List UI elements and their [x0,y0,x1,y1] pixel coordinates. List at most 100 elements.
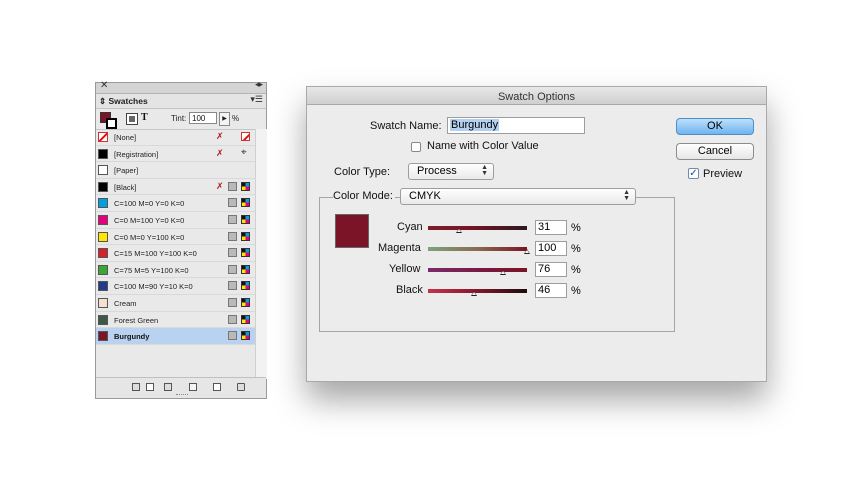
tint-label: Tint: [171,114,187,123]
preview-label: Preview [703,168,743,180]
swatch-name: C=75 M=5 Y=100 K=0 [114,265,189,275]
preview-checkbox[interactable]: ✓ [688,168,699,179]
channel-slider[interactable] [428,247,530,254]
channel-value-input[interactable]: 31 [535,220,567,235]
channel-label: Black [396,284,423,296]
cmyk-mode-icon [241,281,250,291]
color-type-select[interactable]: Process ▲ ▼ [408,163,494,180]
swatch-row[interactable]: Burgundy [96,328,255,345]
slider-thumb[interactable] [500,270,507,275]
panel-title-bar[interactable]: ✕ ◂▸ [96,79,266,94]
tint-slider-arrow-icon[interactable]: ▶ [219,112,230,126]
cancel-button[interactable]: Cancel [676,143,754,160]
swatch-row[interactable]: C=0 M=0 Y=100 K=0 [96,229,255,246]
swatch-row[interactable]: C=75 M=5 Y=100 K=0 [96,262,255,279]
process-color-icon [228,331,237,341]
process-color-icon [228,214,237,224]
process-color-icon [228,248,237,258]
swatch-name: C=100 M=90 Y=10 K=0 [114,282,193,292]
panel-menu-icon[interactable]: ▾☰ [250,94,263,105]
swatch-row[interactable]: [Paper] [96,162,255,179]
swatch-row[interactable]: [Black] ✗ [96,179,255,196]
chevron-updown-icon: ▲ ▼ [623,189,630,202]
swatch-name: C=15 M=100 Y=100 K=0 [114,249,197,259]
swatch-row[interactable]: [None] ✗ [96,129,255,146]
color-mode-select[interactable]: CMYK ▲ ▼ [400,188,636,205]
swatch-row[interactable]: C=100 M=0 Y=0 K=0 [96,195,255,212]
tint-input[interactable]: 100 [189,112,217,124]
channel-slider[interactable] [428,289,527,296]
swatch-name: [Black] [114,182,137,192]
slider-thumb[interactable] [524,249,530,254]
new-swatch-icon[interactable] [213,383,221,391]
cmyk-mode-icon [241,331,250,341]
close-icon[interactable]: ✕ [100,80,108,91]
channel-slider[interactable] [428,268,527,275]
chevron-updown-icon: ▲ ▼ [481,164,488,177]
percent-sign: % [571,264,581,276]
swatch-row[interactable]: C=0 M=100 Y=0 K=0 [96,212,255,229]
percent-sign: % [571,243,581,255]
swatch-color-chip [98,248,108,259]
swatch-list-scrollbar[interactable] [255,129,267,379]
swatch-color-chip [98,198,108,209]
show-color-swatches-icon[interactable] [146,383,154,391]
cmyk-mode-icon [241,198,250,208]
channel-value-input[interactable]: 100 [535,241,567,256]
delete-swatch-icon[interactable] [237,383,245,391]
color-preview-swatch [335,214,369,248]
name-with-color-value-checkbox[interactable] [411,142,421,152]
cmyk-mode-icon [241,314,250,324]
process-color-icon [228,297,237,307]
swatch-name: C=0 M=100 Y=0 K=0 [114,215,185,225]
name-with-color-value-label: Name with Color Value [427,140,539,152]
registration-icon: ⌖ [241,146,247,158]
none-color-icon [241,132,250,141]
slider-thumb[interactable] [455,228,462,233]
swatch-color-chip [98,331,108,342]
cmyk-mode-icon [241,214,250,224]
swatch-row[interactable]: C=100 M=90 Y=10 K=0 [96,278,255,295]
swatch-name: [None] [114,133,137,142]
swatch-row[interactable]: C=15 M=100 Y=100 K=0 [96,245,255,262]
swatch-list: [None] ✗ [Registration] ✗ ⌖ [Paper] [Black] ✗ C=… [96,129,255,379]
process-color-icon [228,198,237,208]
swatch-name: [Paper] [114,166,139,176]
non-editable-icon: ✗ [216,147,224,158]
swatch-name: C=100 M=0 Y=0 K=0 [114,199,185,209]
process-color-icon [228,264,237,274]
cmyk-mode-icon [241,248,250,258]
ok-button[interactable]: OK [676,118,754,135]
cmyk-mode-icon [241,181,250,191]
resize-grip-icon[interactable] [176,394,188,397]
formatting-text-icon[interactable]: T [141,112,148,123]
non-editable-icon: ✗ [216,131,224,141]
swatch-color-chip [98,132,108,142]
formatting-container-icon[interactable] [126,113,138,125]
panel-tab-row: ⇕ Swatches ▾☰ [96,94,266,109]
tab-swatches[interactable]: ⇕ Swatches [99,96,148,107]
collapse-icon[interactable]: ◂▸ [255,79,263,90]
swatch-color-chip [98,264,108,275]
swatch-row[interactable]: Cream [96,295,255,312]
channel-slider[interactable] [428,226,527,233]
fill-stroke-icon[interactable] [100,112,117,129]
percent-sign: % [571,285,581,297]
swatch-row[interactable]: Forest Green [96,312,255,329]
channel-value-input[interactable]: 76 [535,262,567,277]
swatch-name-label: Swatch Name: [370,120,442,132]
show-color-groups-icon[interactable] [189,383,197,391]
swatch-color-chip [98,165,108,176]
swatch-row[interactable]: [Registration] ✗ ⌖ [96,146,255,163]
show-all-swatches-icon[interactable] [132,383,140,391]
tab-swatches-label: Swatches [108,96,148,106]
dialog-title: Swatch Options [497,91,576,103]
channel-value-input[interactable]: 46 [535,283,567,298]
swatch-name-input[interactable]: Burgundy [447,117,585,134]
slider-thumb[interactable] [470,291,477,296]
tint-unit: % [232,114,240,123]
dialog-title-bar[interactable]: Swatch Options [307,87,766,105]
show-gradient-swatches-icon[interactable] [164,383,172,391]
color-mode-group [319,197,675,332]
stroke-swatch-icon[interactable] [106,118,117,129]
